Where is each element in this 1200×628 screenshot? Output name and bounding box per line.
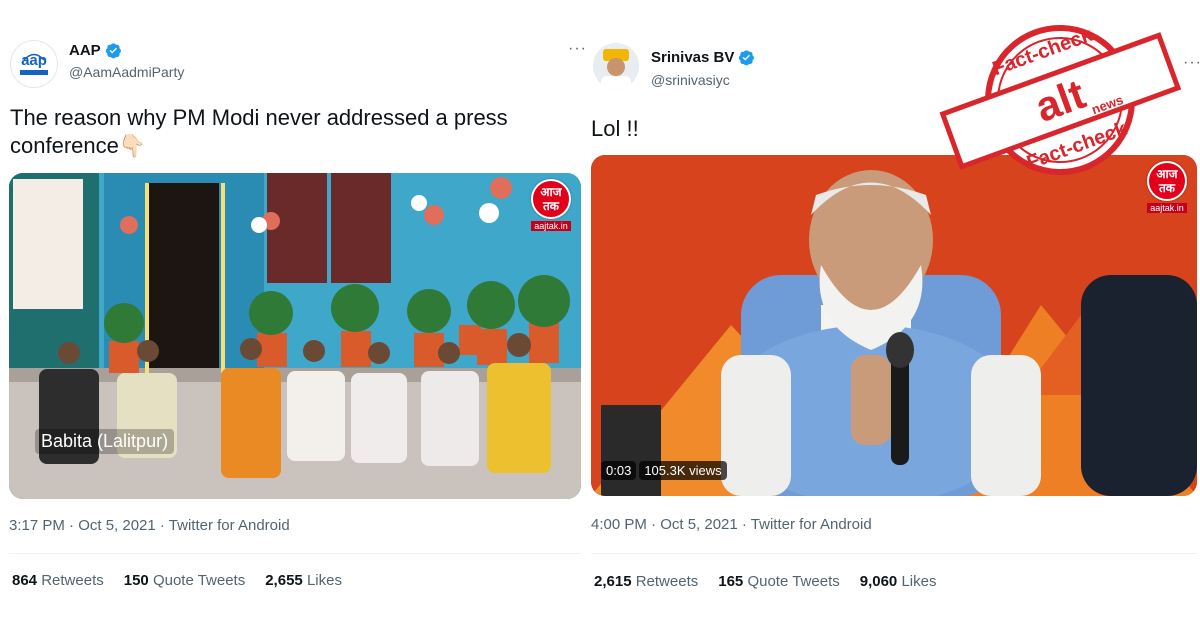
more-options-icon[interactable]: ···: [1183, 55, 1200, 71]
tweet-stats: 2,615 Retweets 165 Quote Tweets 9,060 Li…: [594, 573, 936, 590]
retweets-label: Retweets: [41, 572, 104, 589]
likes-count[interactable]: 2,655 Likes: [265, 572, 342, 589]
quote-tweets-label: Quote Tweets: [152, 572, 246, 589]
retweets-number: 864: [12, 572, 38, 589]
video-duration: 0:03: [601, 461, 637, 480]
profile-photo-icon: [593, 43, 639, 89]
retweets-count[interactable]: 2,615 Retweets: [594, 573, 698, 590]
retweets-number: 2,615: [594, 573, 632, 590]
tweet-timestamp[interactable]: 4:00 PM · Oct 5, 2021 · Twitter for Andr…: [591, 516, 872, 533]
likes-label: Likes: [901, 573, 937, 590]
quote-tweets-label: Quote Tweets: [747, 573, 840, 590]
tweet-stats: 864 Retweets 150 Quote Tweets 2,655 Like…: [12, 572, 342, 589]
speaker-video-frame: [591, 155, 1197, 496]
quote-tweets-number: 150: [123, 572, 149, 589]
display-name[interactable]: Srinivas BV: [651, 49, 755, 66]
tweet-timestamp[interactable]: 3:17 PM · Oct 5, 2021 · Twitter for Andr…: [9, 517, 290, 534]
tweet-text-content: The reason why PM Modi never addressed a…: [10, 105, 508, 158]
quote-tweets-number: 165: [718, 573, 744, 590]
aajtak-url: aajtak.in: [1147, 203, 1187, 213]
likes-number: 2,655: [265, 572, 303, 589]
aajtak-url: aajtak.in: [531, 221, 571, 231]
display-name-text: Srinivas BV: [651, 49, 735, 66]
avatar[interactable]: aap: [10, 40, 58, 88]
divider: [591, 553, 1197, 554]
tweet-aap: aap AAP @AamAadmiParty The reason why PM…: [0, 0, 588, 628]
likes-number: 9,060: [859, 573, 898, 590]
video-overlay: 0:03 105.3K views: [601, 461, 727, 480]
likes-count[interactable]: 9,060 Likes: [860, 573, 937, 590]
retweets-count[interactable]: 864 Retweets: [12, 572, 104, 589]
aajtak-logo-icon: आज तक: [531, 179, 571, 219]
quote-tweets-count[interactable]: 165 Quote Tweets: [718, 573, 839, 590]
fact-check-stamp: Fact-check alt news Fact-check: [939, 24, 1182, 175]
display-name-text: AAP: [69, 42, 101, 59]
display-name[interactable]: AAP: [69, 42, 122, 59]
video-view-count: 105.3K views: [639, 461, 727, 480]
retweets-label: Retweets: [635, 573, 699, 590]
video-player[interactable]: आज तक aajtak.in 0:03 105.3K views: [591, 155, 1197, 496]
aajtak-watermark: आज तक aajtak.in: [531, 179, 571, 231]
pointing-down-emoji: 👇🏻: [118, 133, 147, 158]
video-thumbnail[interactable]: आज तक aajtak.in Babita (Lalitpur): [9, 173, 581, 499]
aap-logo-icon: aap: [20, 52, 48, 75]
tweet-text: Lol !!: [591, 116, 639, 141]
verified-badge-icon: [105, 43, 121, 59]
quote-tweets-count[interactable]: 150 Quote Tweets: [124, 572, 245, 589]
video-caption: Babita (Lalitpur): [35, 429, 175, 454]
avatar[interactable]: [593, 43, 639, 89]
verified-badge-icon: [739, 50, 755, 66]
handle[interactable]: @AamAadmiParty: [69, 64, 184, 80]
divider: [9, 553, 581, 554]
handle[interactable]: @srinivasiyc: [651, 72, 730, 88]
likes-label: Likes: [306, 572, 342, 589]
tweet-text: The reason why PM Modi never addressed a…: [10, 104, 570, 160]
